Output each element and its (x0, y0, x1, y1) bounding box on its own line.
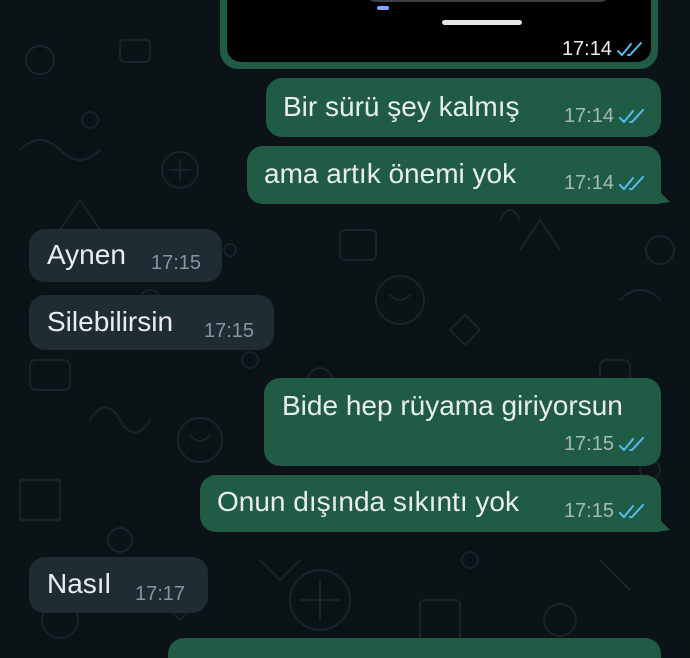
message-time: 17:14 (561, 38, 612, 60)
message-time: 17:14 (563, 172, 614, 194)
message-time: 17:15 (563, 433, 614, 455)
double-check-icon (616, 41, 644, 58)
screenshot-preview (366, 0, 610, 2)
message-time: 17:14 (563, 105, 614, 127)
message-meta: 17:15 (564, 500, 646, 523)
message-text: ama artık önemi yok (264, 158, 517, 189)
outgoing-message[interactable]: Bide hep rüyama giriyorsun 17:15 (264, 378, 661, 466)
message-text: Bir sürü şey kalmış (283, 91, 520, 122)
image-message[interactable]: 17:14 (220, 0, 658, 69)
double-check-icon (618, 175, 646, 192)
outgoing-message[interactable]: Onun dışında sıkıntı yok 17:15 (200, 475, 661, 532)
message-time: 17:15 (204, 320, 255, 342)
message-text: Aynen (47, 239, 126, 270)
incoming-message[interactable]: Silebilirsin 17:15 (29, 295, 274, 350)
message-text: Nasıl (47, 568, 111, 599)
image-message-meta: 17:14 (562, 38, 644, 61)
incoming-message[interactable]: Nasıl 17:17 (29, 557, 208, 613)
bubble-tail (656, 188, 670, 204)
bubble-tail (656, 516, 670, 532)
message-time: 17:15 (151, 252, 202, 274)
message-meta: 17:15 (151, 252, 201, 275)
message-meta: 17:15 (564, 433, 646, 456)
outgoing-message[interactable]: ama artık önemi yok 17:14 (247, 146, 661, 204)
double-check-icon (618, 436, 646, 453)
incoming-message[interactable]: Aynen 17:15 (29, 229, 222, 282)
message-text: Silebilirsin (47, 306, 174, 337)
double-check-icon (618, 108, 646, 125)
message-time: 17:17 (135, 583, 186, 605)
message-meta: 17:14 (564, 172, 646, 195)
message-text: Bide hep rüyama giriyorsun (282, 390, 623, 421)
message-text: Onun dışında sıkıntı yok (217, 486, 519, 517)
preview-dots (377, 6, 389, 10)
message-meta: 17:14 (564, 105, 646, 128)
outgoing-message-partial[interactable] (168, 638, 661, 658)
chat-view: 17:14 Bir sürü şey kalmış 17:14 ama artı… (0, 0, 690, 658)
message-meta: 17:17 (135, 583, 185, 606)
double-check-icon (618, 503, 646, 520)
home-indicator (442, 20, 522, 25)
message-time: 17:15 (563, 500, 614, 522)
outgoing-message[interactable]: Bir sürü şey kalmış 17:14 (266, 78, 661, 137)
message-meta: 17:15 (204, 320, 254, 343)
